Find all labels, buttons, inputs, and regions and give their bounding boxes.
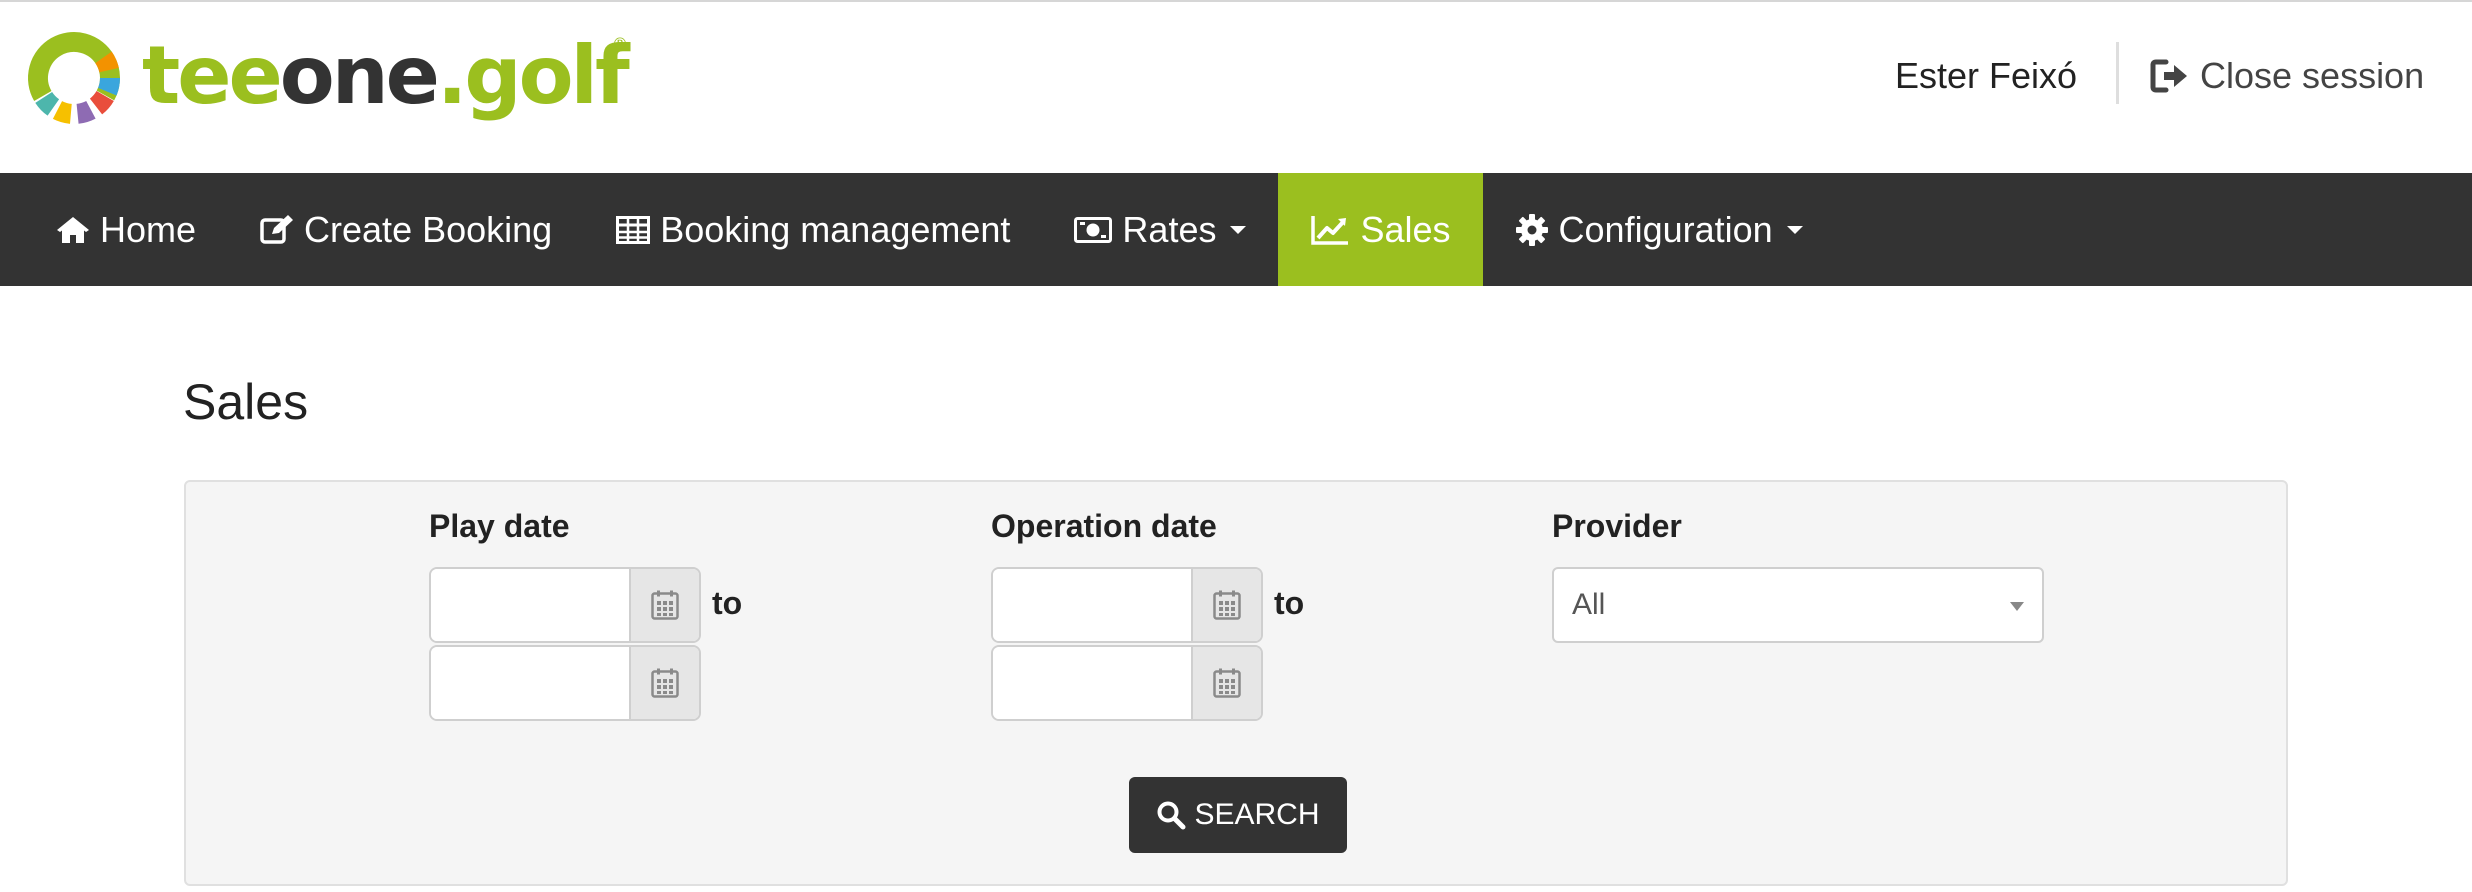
operation-date-to-calendar-button[interactable]	[1191, 647, 1261, 719]
logo-registered-mark: ®	[612, 34, 628, 53]
nav-item-home[interactable]: Home	[0, 173, 228, 286]
operation-date-from-input[interactable]	[993, 569, 1191, 641]
nav-label-home: Home	[100, 208, 197, 250]
calendar-icon	[651, 668, 679, 698]
operation-date-to-group	[991, 645, 1263, 721]
nav-item-sales[interactable]: Sales	[1278, 173, 1483, 286]
provider-selected-value: All	[1572, 588, 1606, 621]
edit-icon	[260, 214, 294, 244]
nav-item-rates[interactable]: Rates	[1042, 173, 1278, 286]
operation-date-to-input[interactable]	[993, 647, 1191, 719]
table-icon	[616, 215, 651, 244]
search-button-label: SEARCH	[1194, 798, 1320, 831]
home-icon	[57, 216, 89, 243]
logo-ring-icon	[27, 31, 121, 124]
money-icon	[1074, 216, 1113, 243]
play-date-from-input[interactable]	[431, 569, 629, 641]
close-session-link[interactable]: Close session	[2150, 52, 2424, 100]
chevron-down-icon	[1230, 225, 1247, 234]
operation-date-label: Operation date	[991, 508, 1217, 544]
close-session-label: Close session	[2200, 55, 2425, 96]
sign-out-icon	[2150, 59, 2187, 93]
main-navbar: Home Create Booking Booking management R…	[0, 173, 2472, 286]
nav-item-configuration[interactable]: Configuration	[1483, 173, 1835, 286]
nav-label-sales: Sales	[1360, 208, 1451, 250]
play-date-to-label: to	[712, 585, 743, 621]
brand-logo[interactable]: teeone.golf ®	[24, 28, 630, 132]
calendar-icon	[651, 590, 679, 620]
gear-icon	[1515, 213, 1548, 246]
logo-wordmark: teeone.golf	[142, 29, 630, 122]
nav-label-booking-management: Booking management	[660, 208, 1011, 250]
nav-label-configuration: Configuration	[1558, 208, 1773, 250]
provider-select[interactable]: All	[1552, 567, 2044, 643]
page-title: Sales	[183, 374, 309, 430]
calendar-icon	[1213, 590, 1241, 620]
chevron-down-icon	[1786, 225, 1803, 234]
play-date-to-group	[429, 645, 701, 721]
line-chart-icon	[1311, 215, 1349, 245]
header: teeone.golf ® Ester Feixó Close session	[0, 2, 2472, 173]
calendar-icon	[1213, 668, 1241, 698]
search-icon	[1157, 801, 1186, 830]
operation-date-to-label: to	[1274, 585, 1305, 621]
user-name[interactable]: Ester Feixó	[1895, 52, 2077, 100]
filter-panel: Play date to Operation date to Provider …	[184, 480, 2288, 886]
nav-label-rates: Rates	[1122, 208, 1217, 250]
play-date-label: Play date	[429, 508, 570, 544]
play-date-to-calendar-button[interactable]	[629, 647, 699, 719]
search-button[interactable]: SEARCH	[1129, 777, 1347, 853]
nav-item-create-booking[interactable]: Create Booking	[228, 173, 584, 286]
provider-label: Provider	[1552, 508, 1682, 544]
nav-label-create-booking: Create Booking	[304, 208, 553, 250]
nav-item-booking-management[interactable]: Booking management	[584, 173, 1042, 286]
play-date-from-group	[429, 567, 701, 643]
operation-date-from-group	[991, 567, 1263, 643]
play-date-to-input[interactable]	[431, 647, 629, 719]
select-arrow-icon	[2010, 602, 2024, 611]
operation-date-from-calendar-button[interactable]	[1191, 569, 1261, 641]
play-date-from-calendar-button[interactable]	[629, 569, 699, 641]
header-divider	[2116, 42, 2119, 104]
